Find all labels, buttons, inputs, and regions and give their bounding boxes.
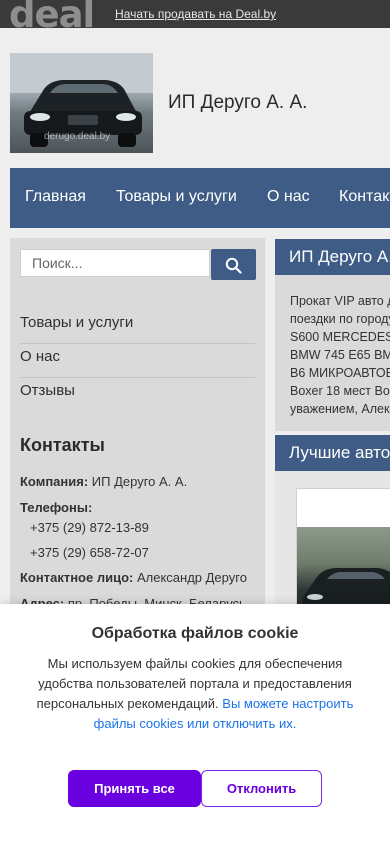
company-label: Компания: (20, 474, 89, 489)
contact-person-label: Контактное лицо: (20, 570, 134, 585)
contact-person-value: Александр Деруго (136, 570, 247, 585)
reject-button[interactable]: Отклонить (201, 770, 322, 807)
best-cars-title: Лучшие авто (275, 435, 390, 471)
start-selling-link[interactable]: Начать продавать на Deal.by (115, 7, 276, 21)
contact-person: Контактное лицо: Александр Деруго (20, 570, 247, 585)
nav-item-contacts[interactable]: Контакты (339, 188, 390, 206)
cookie-title: Обработка файлов cookie (91, 625, 299, 642)
nav-item-products[interactable]: Товары и услуги (116, 188, 237, 206)
main-nav: Главная Товары и услуги О нас Контакты (10, 168, 390, 228)
banner-watermark: derugo.deal.by (44, 131, 111, 142)
company-title: ИП Деруго А. А. (168, 92, 308, 113)
search-icon (225, 257, 242, 274)
about-description: Прокат VIP авто для поездки по городу S6… (290, 294, 390, 416)
company-banner-image: derugo.deal.by (10, 53, 153, 153)
phones-label: Телефоны: (20, 500, 93, 515)
company-info: Компания: ИП Деруго А. А. (20, 474, 187, 489)
nav-item-home[interactable]: Главная (25, 188, 86, 206)
phone-number-1[interactable]: +375 (29) 872-13-89 (30, 520, 149, 535)
sidebar: Товары и услуги О нас Отзывы Контакты Ко… (10, 238, 265, 658)
sidebar-item-reviews[interactable]: Отзывы (20, 378, 255, 412)
sidebar-item-about[interactable]: О нас (20, 344, 255, 378)
sidebar-item-products[interactable]: Товары и услуги (20, 310, 255, 344)
cookie-banner: Обработка файлов cookie Мы используем фа… (0, 604, 390, 844)
accept-all-button[interactable]: Принять все (68, 770, 201, 807)
sidebar-menu: Товары и услуги О нас Отзывы (20, 310, 255, 412)
product-card[interactable] (296, 488, 390, 620)
contacts-heading: Контакты (20, 435, 105, 455)
about-panel-title: ИП Деруго А. А. (275, 239, 390, 275)
about-panel: Прокат VIP авто для поездки по городу S6… (275, 275, 390, 431)
search-button[interactable] (211, 249, 256, 280)
company-value: ИП Деруго А. А. (91, 474, 188, 489)
top-bar: deal Начать продавать на Deal.by (0, 0, 390, 36)
phone-number-2[interactable]: +375 (29) 658-72-07 (30, 545, 149, 560)
search-box (20, 249, 210, 277)
nav-item-about[interactable]: О нас (267, 188, 310, 206)
cookie-text: Мы используем файлы cookies для обеспече… (28, 654, 362, 734)
search-input[interactable] (21, 250, 209, 276)
best-cars-panel (275, 471, 390, 620)
deal-logo[interactable]: deal (9, 0, 95, 36)
